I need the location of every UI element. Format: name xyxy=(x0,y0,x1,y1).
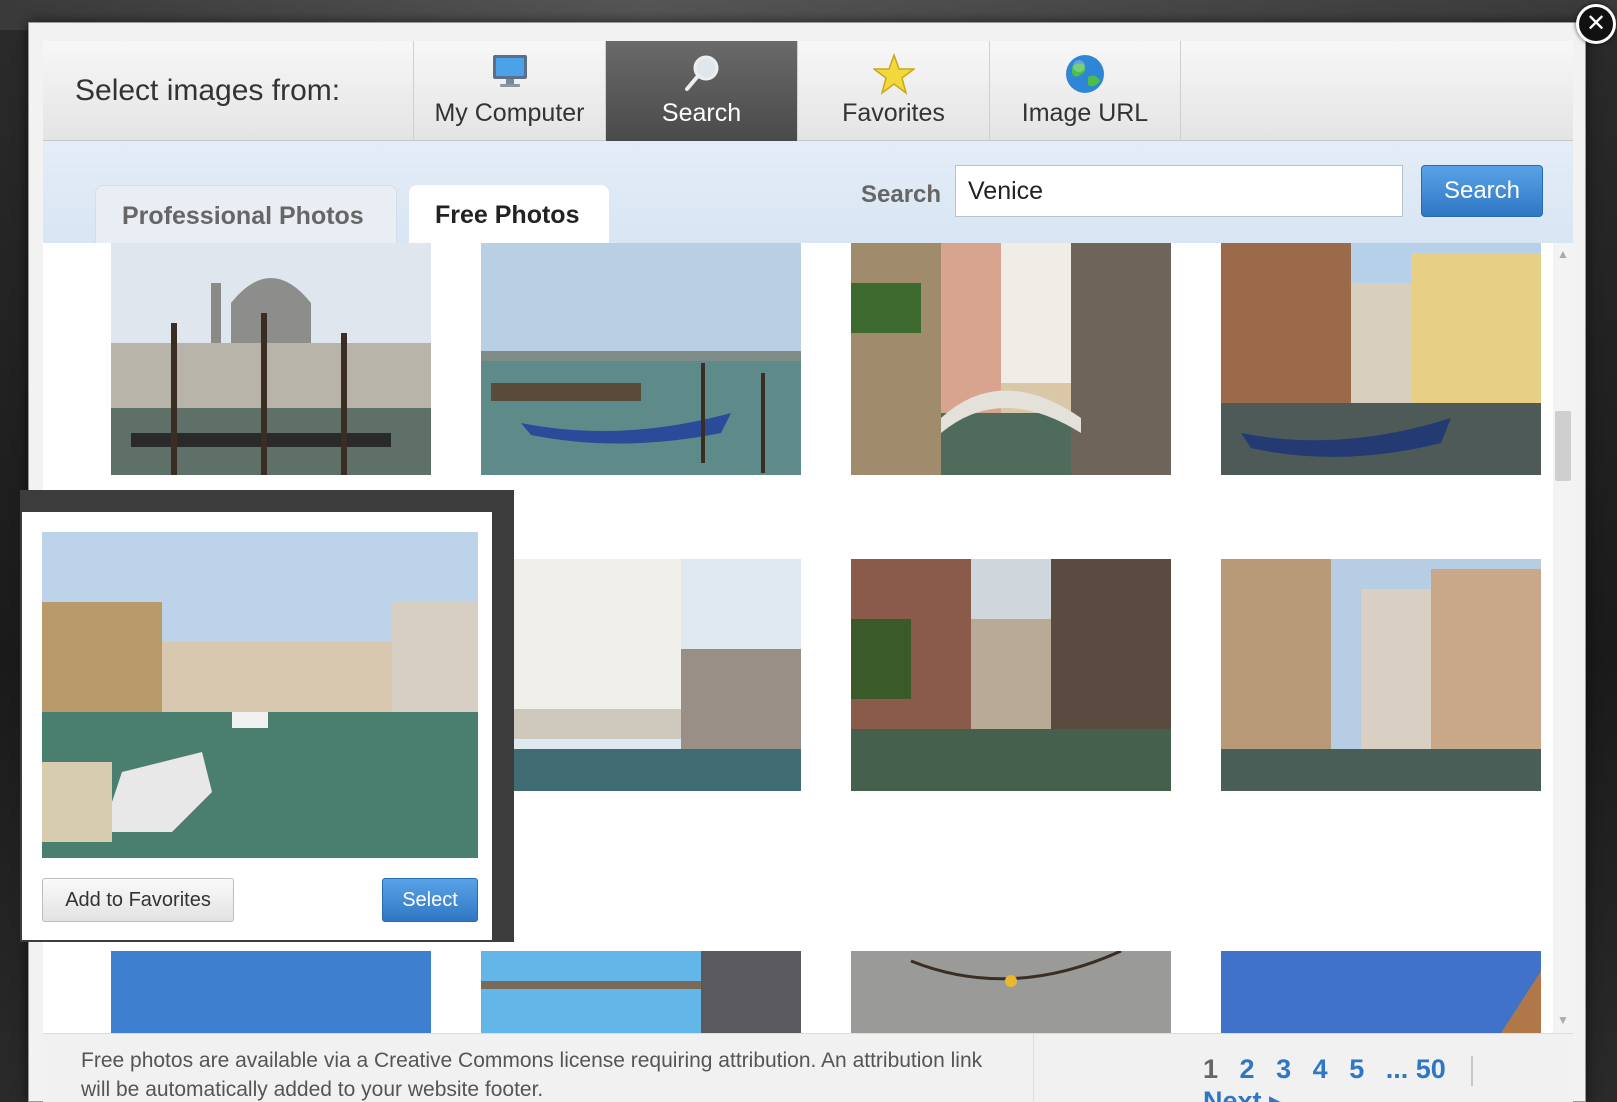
license-note: Free photos are available via a Creative… xyxy=(81,1049,983,1101)
page-3[interactable]: 3 xyxy=(1276,1054,1291,1085)
scroll-up-icon[interactable]: ▲ xyxy=(1555,247,1571,263)
preview-image xyxy=(42,532,478,858)
thumbnail[interactable] xyxy=(1221,951,1541,1033)
search-button[interactable]: Search xyxy=(1421,165,1543,217)
thumbnail[interactable] xyxy=(851,951,1171,1033)
thumbnail[interactable] xyxy=(481,243,801,475)
tab-professional-photos[interactable]: Professional Photos xyxy=(95,185,397,243)
page-2[interactable]: 2 xyxy=(1240,1054,1255,1085)
search-label: Search xyxy=(861,181,942,208)
tab-image-url[interactable]: Image URL xyxy=(989,41,1181,141)
pager-divider xyxy=(1471,1055,1474,1086)
globe-icon xyxy=(990,41,1180,93)
thumbnail[interactable] xyxy=(1221,243,1541,475)
scrollbar-thumb[interactable] xyxy=(1555,411,1571,481)
add-to-favorites-button[interactable]: Add to Favorites xyxy=(42,878,234,922)
page-4[interactable]: 4 xyxy=(1313,1054,1328,1085)
monitor-icon xyxy=(414,41,605,93)
scroll-down-icon[interactable]: ▼ xyxy=(1555,1013,1571,1029)
image-preview-popup: Add to Favorites Select xyxy=(22,492,512,940)
tab-my-computer-label: My Computer xyxy=(434,99,585,127)
search-input[interactable] xyxy=(955,165,1403,217)
footer: Free photos are available via a Creative… xyxy=(43,1033,1573,1102)
tab-my-computer[interactable]: My Computer xyxy=(413,41,605,141)
magnifier-icon xyxy=(606,41,797,93)
tab-image-url-label: Image URL xyxy=(1021,99,1149,127)
tab-search-label: Search xyxy=(661,99,742,127)
thumbnail[interactable] xyxy=(111,243,431,475)
tab-favorites-label: Favorites xyxy=(842,99,945,127)
footer-divider xyxy=(1033,1034,1034,1102)
thumbnail[interactable] xyxy=(1221,559,1541,791)
select-button[interactable]: Select xyxy=(382,878,478,922)
popup-body: Add to Favorites Select xyxy=(22,512,492,940)
thumbnail[interactable] xyxy=(851,559,1171,791)
pagination: 1 2 3 4 5 ... 50 Next ▸ xyxy=(1203,1054,1573,1102)
next-button[interactable]: Next ▸ xyxy=(1203,1086,1283,1102)
tab-free-photos[interactable]: Free Photos xyxy=(409,185,609,243)
page-last[interactable]: ... 50 xyxy=(1386,1054,1446,1085)
close-icon[interactable]: ✕ xyxy=(1576,4,1616,44)
thumbnail[interactable] xyxy=(481,951,801,1033)
tab-favorites[interactable]: Favorites xyxy=(797,41,989,141)
thumbnail[interactable] xyxy=(111,951,431,1033)
source-label: Select images from: xyxy=(75,74,341,107)
thumbnail[interactable] xyxy=(851,243,1171,475)
star-icon xyxy=(798,41,989,95)
search-row: Professional Photos Free Photos Search S… xyxy=(43,141,1573,243)
thumbnail[interactable] xyxy=(481,559,801,791)
results-scrollbar[interactable] xyxy=(1553,243,1573,1033)
source-bar: Select images from: My Computer Search F… xyxy=(43,41,1573,141)
page-5[interactable]: 5 xyxy=(1349,1054,1364,1085)
page-1[interactable]: 1 xyxy=(1203,1054,1218,1085)
tab-search[interactable]: Search xyxy=(605,41,797,141)
